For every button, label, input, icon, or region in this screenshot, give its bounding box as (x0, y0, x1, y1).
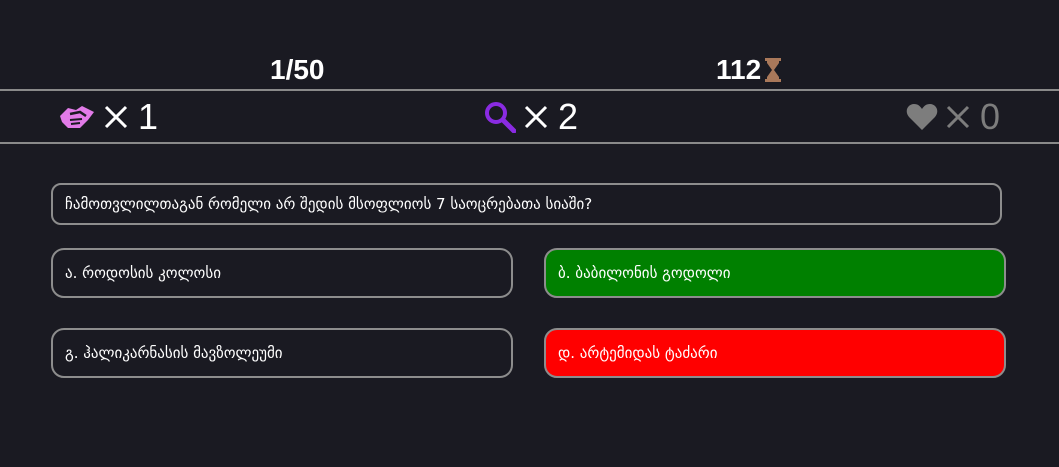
heart-icon (906, 103, 938, 130)
answer-option-a[interactable]: ა. როდოსის კოლოსი (51, 248, 513, 298)
multiply-icon (524, 105, 548, 129)
answer-label: გ. ჰალიკარნასის მავზოლეუმი (65, 344, 283, 362)
hourglass-icon (765, 58, 782, 82)
countdown-timer: 112 (716, 52, 782, 88)
multiply-icon (104, 105, 128, 129)
multiply-icon (946, 105, 970, 129)
handshake-icon (60, 105, 94, 128)
magnifier-icon (485, 101, 516, 133)
answer-label: ბ. ბაბილონის გოდოლი (558, 264, 731, 282)
question-text: ჩამოთვლილთაგან რომელი არ შედის მსოფლიოს … (65, 195, 593, 213)
lifelines-bar: 1 2 0 (0, 89, 1059, 144)
answer-option-b-correct[interactable]: ბ. ბაბილონის გოდოლი (544, 248, 1006, 298)
question-progress: 1/50 (270, 54, 325, 85)
answer-option-c[interactable]: გ. ჰალიკარნასის მავზოლეუმი (51, 328, 513, 378)
timer-value: 112 (716, 54, 762, 85)
lifeline-count: 1 (138, 95, 159, 137)
lifeline-fifty-fifty[interactable]: 1 (58, 91, 158, 142)
status-bar: 1/50 112 (0, 52, 1059, 88)
lifeline-count: 2 (558, 95, 579, 137)
answer-label: დ. არტემიდას ტაძარი (558, 344, 718, 362)
lifeline-extra-life[interactable]: 0 (906, 91, 1000, 142)
answer-option-d-wrong[interactable]: დ. არტემიდას ტაძარი (544, 328, 1006, 378)
question-box: ჩამოთვლილთაგან რომელი არ შედის მსოფლიოს … (51, 183, 1002, 225)
lifeline-count: 0 (980, 95, 1001, 137)
lifeline-hint[interactable]: 2 (484, 91, 578, 142)
answer-label: ა. როდოსის კოლოსი (65, 264, 221, 282)
